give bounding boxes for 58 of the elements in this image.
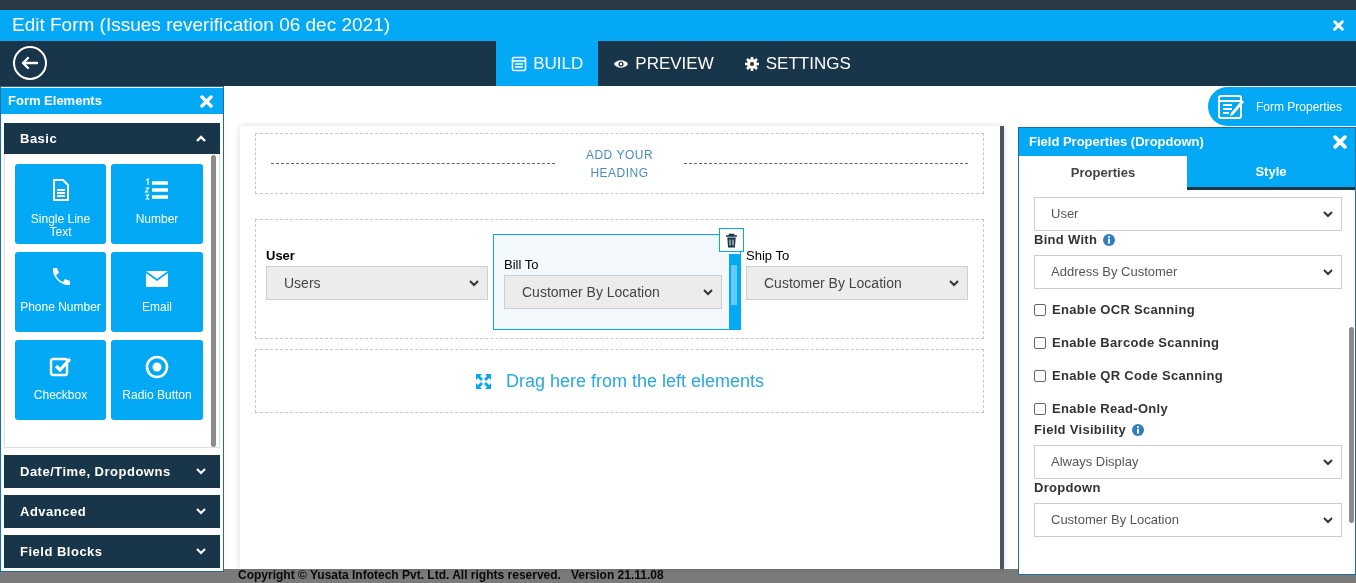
close-icon[interactable] — [1333, 20, 1344, 31]
chevron-down-icon — [1323, 268, 1333, 276]
build-icon — [511, 55, 528, 72]
delete-button[interactable] — [719, 228, 744, 252]
chevron-down-icon — [1323, 210, 1333, 218]
trash-icon — [725, 232, 738, 248]
checkbox-label: Enable QR Code Scanning — [1052, 367, 1223, 386]
panel-title: Form Elements — [8, 92, 102, 111]
chevron-down-icon — [196, 548, 206, 555]
radio-icon — [144, 354, 170, 380]
form-edit-icon — [1218, 93, 1246, 120]
chevron-down-icon — [1323, 516, 1333, 524]
form-heading[interactable]: ADD YOUR HEADING — [567, 145, 672, 182]
expand-arrows-icon — [474, 372, 492, 390]
close-icon[interactable] — [200, 94, 213, 108]
checkbox[interactable] — [1034, 337, 1046, 349]
chevron-down-icon — [1323, 458, 1333, 466]
scrollbar[interactable] — [1349, 327, 1354, 523]
close-icon[interactable] — [1333, 135, 1347, 149]
accordion-header[interactable]: Field Blocks — [4, 535, 220, 568]
accordion-header[interactable]: Date/Time, Dropdowns — [4, 455, 220, 488]
chevron-up-icon — [196, 135, 206, 142]
nav-tab[interactable]: PREVIEW — [598, 41, 729, 86]
dropdown[interactable]: User — [1034, 197, 1342, 231]
dropdown[interactable]: Customer By Location — [504, 275, 722, 309]
window-title: Edit Form (Issues reverification 06 dec 2021) — [12, 13, 391, 38]
checkbox-label: Enable Barcode Scanning — [1052, 334, 1220, 353]
scrollbar[interactable] — [211, 155, 216, 447]
dropdown[interactable]: Address By Customer — [1034, 255, 1342, 289]
nav-tab[interactable]: SETTINGS — [728, 41, 866, 86]
dropdown[interactable]: Users — [266, 266, 488, 300]
checkbox[interactable] — [1034, 370, 1046, 382]
dropdown[interactable]: Customer By Location — [1034, 503, 1342, 537]
dropdown[interactable]: Customer By Location — [746, 266, 968, 300]
accordion-header[interactable]: Advanced — [4, 495, 220, 528]
chevron-down-icon — [469, 279, 479, 287]
chevron-down-icon — [196, 468, 206, 475]
checkbox-label: Enable OCR Scanning — [1052, 301, 1195, 320]
settings-icon — [743, 55, 760, 72]
footer-text: Version 21.11.08 — [570, 569, 664, 581]
resize-handle[interactable] — [729, 254, 740, 329]
selected-field-frame[interactable]: Bill To Customer By Location — [493, 234, 741, 330]
field-label: Dropdown — [1034, 479, 1101, 498]
checkbox-label: Enable Read-Only — [1052, 400, 1169, 419]
accordion-header[interactable]: Basic — [4, 123, 220, 154]
dropdown[interactable]: Always Display — [1034, 445, 1342, 479]
chevron-down-icon — [703, 288, 713, 296]
chevron-down-icon — [196, 508, 206, 515]
panel-title: Field Properties (Dropdown) — [1029, 133, 1204, 152]
chevron-down-icon — [949, 279, 959, 287]
field-label: Bill To — [504, 256, 540, 273]
field-label: Ship To — [746, 247, 791, 264]
field-label: User — [266, 247, 296, 264]
footer-text: Copyright © Yusata Infotech Pvt. Ltd. All rights reserved. — [238, 569, 561, 581]
checkbox[interactable] — [1034, 403, 1046, 415]
field-label: Bind With — [1034, 231, 1098, 250]
field-label: Field Visibility — [1034, 421, 1126, 440]
checkbox[interactable] — [1034, 304, 1046, 316]
